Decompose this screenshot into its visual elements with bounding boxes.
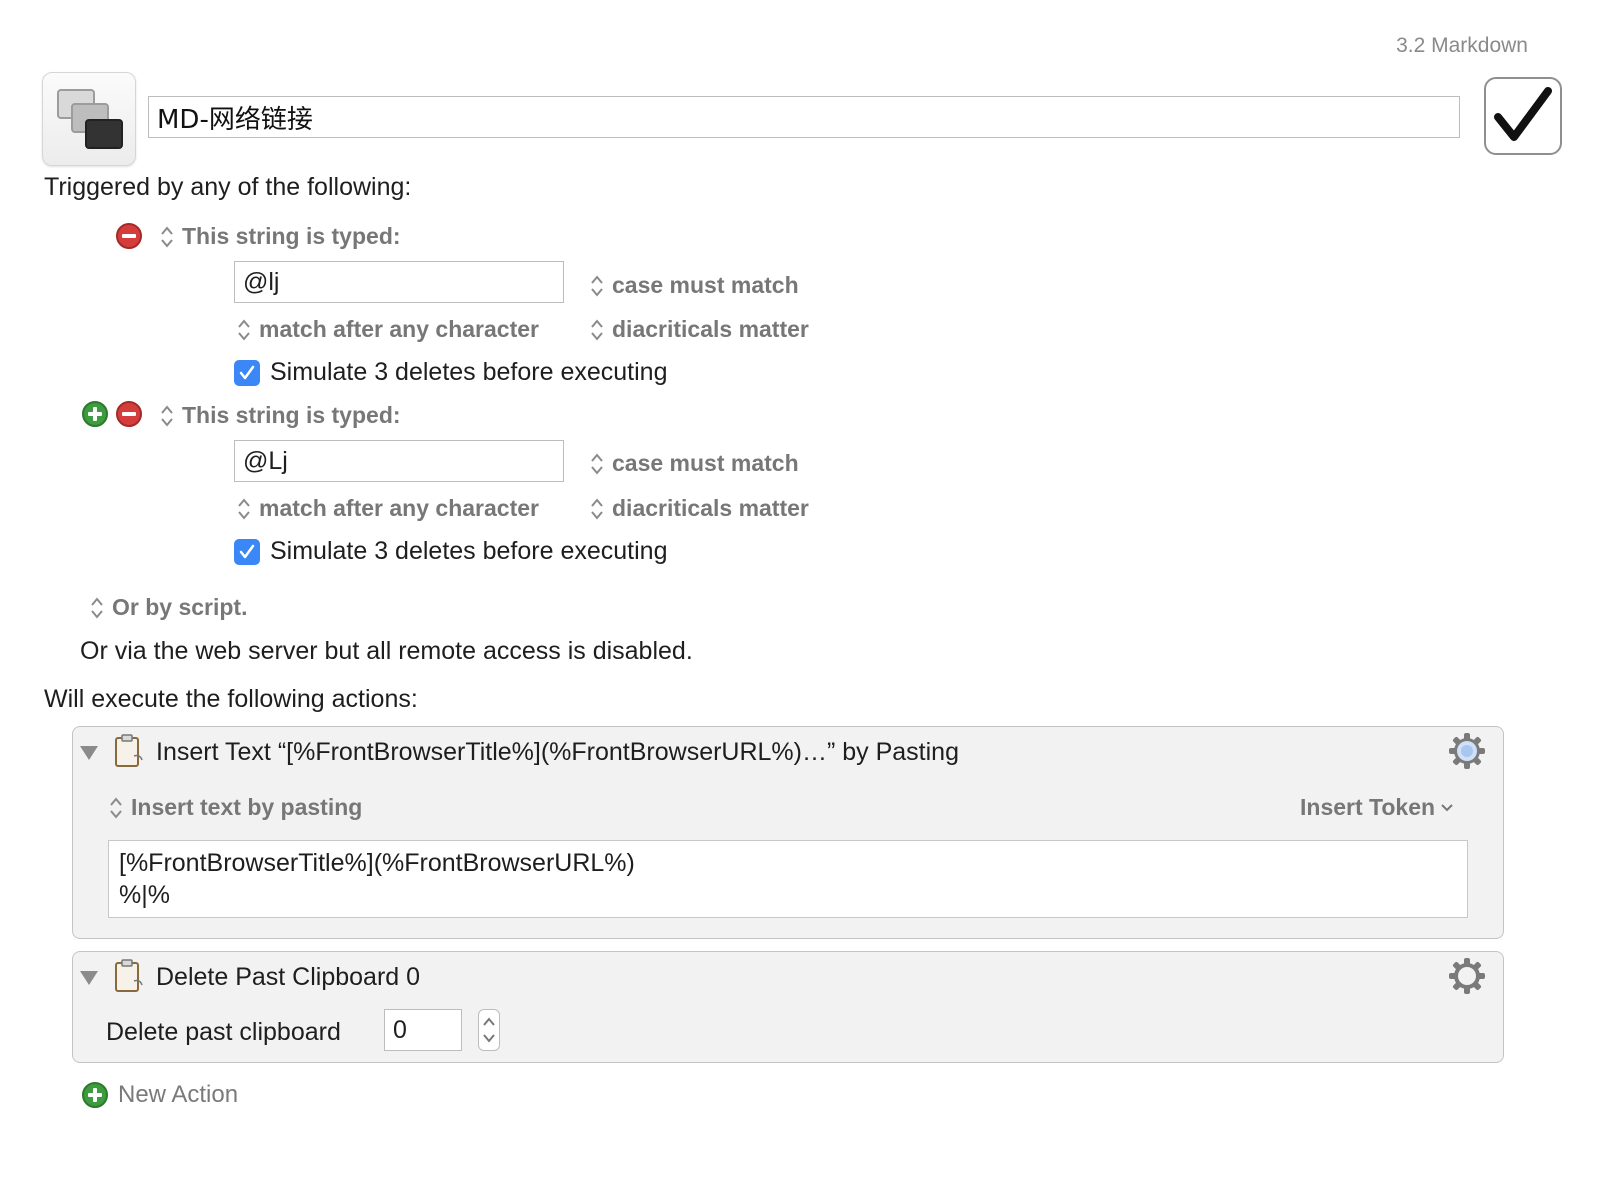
insert-text-content-area[interactable]: [%FrontBrowserTitle%](%FrontBrowserURL%)… (108, 840, 1468, 918)
insert-mode-label: Insert text by pasting (131, 794, 363, 820)
trigger-2-type-popup[interactable]: This string is typed: (160, 402, 401, 429)
trigger-2-string-field[interactable]: @Lj (234, 440, 564, 482)
new-action-button[interactable] (82, 1082, 108, 1108)
simulate-deletes-label: Simulate 3 deletes before executing (270, 537, 668, 565)
trigger-2-simulate-row: Simulate 3 deletes before executing (234, 537, 667, 566)
gear-icon[interactable] (1448, 957, 1486, 995)
trigger-2-simulate-checkbox[interactable] (234, 538, 260, 565)
trigger-1-match-popup[interactable]: match after any character (237, 316, 539, 343)
checkmark-icon (239, 365, 255, 379)
add-icon (88, 1088, 102, 1102)
delete-past-clipboard-label: Delete past clipboard (106, 1018, 341, 1046)
macro-name-field[interactable] (148, 96, 1460, 138)
updown-arrows-icon (91, 596, 103, 619)
clipboard-icon (115, 959, 143, 992)
diacritics-option-label: diacriticals matter (612, 316, 809, 342)
updown-arrows-icon (110, 796, 122, 819)
add-trigger-button[interactable] (82, 401, 108, 427)
updown-arrows-icon (161, 225, 173, 248)
trigger-1-type-popup[interactable]: This string is typed: (160, 223, 401, 250)
remove-trigger-1-button[interactable] (116, 223, 142, 249)
web-server-text: Or via the web server but all remote acc… (80, 637, 693, 665)
macro-icon[interactable] (42, 72, 136, 166)
insert-token-label: Insert Token (1300, 794, 1436, 820)
remove-trigger-2-button[interactable] (116, 401, 142, 427)
updown-arrows-icon (591, 497, 603, 520)
insert-token-menu[interactable]: Insert Token (1300, 794, 1455, 821)
trigger-1-string-field[interactable]: @lj (234, 261, 564, 303)
checkmark-icon (1494, 87, 1552, 141)
diacritics-option-label: diacriticals matter (612, 495, 809, 521)
match-option-label: match after any character (259, 316, 539, 342)
triggers-heading: Triggered by any of the following: (44, 173, 412, 201)
updown-arrows-icon (238, 497, 250, 520)
actions-heading: Will execute the following actions: (44, 685, 418, 713)
insert-mode-popup[interactable]: Insert text by pasting (109, 794, 362, 821)
trigger-1-simulate-checkbox[interactable] (234, 359, 260, 386)
disclosure-triangle-icon[interactable] (80, 746, 98, 760)
remove-icon (122, 234, 136, 238)
match-option-label: match after any character (259, 495, 539, 521)
trigger-2-diacritics-popup[interactable]: diacriticals matter (590, 495, 809, 522)
action-2-title[interactable]: Delete Past Clipboard 0 (156, 963, 420, 992)
updown-arrows-icon (238, 318, 250, 341)
macro-enable-checkbox[interactable] (1484, 77, 1562, 155)
trigger-1-diacritics-popup[interactable]: diacriticals matter (590, 316, 809, 343)
updown-arrows-icon (161, 404, 173, 427)
clipboard-index-field[interactable]: 0 (384, 1009, 462, 1051)
case-option-label: case must match (612, 272, 799, 298)
gear-icon[interactable] (1448, 732, 1486, 770)
trigger-1-simulate-row: Simulate 3 deletes before executing (234, 358, 667, 387)
clipboard-icon (115, 734, 143, 767)
remove-icon (122, 412, 136, 416)
trigger-type-label: This string is typed: (182, 402, 401, 428)
checkmark-icon (239, 544, 255, 558)
case-option-label: case must match (612, 450, 799, 476)
updown-arrows-icon (591, 318, 603, 341)
updown-arrows-icon (591, 274, 603, 297)
action-1-title[interactable]: Insert Text “[%FrontBrowserTitle%](%Fron… (156, 738, 959, 767)
updown-arrows-icon (483, 1017, 495, 1043)
simulate-deletes-label: Simulate 3 deletes before executing (270, 358, 668, 386)
chevron-down-icon (1441, 803, 1453, 811)
trigger-2-case-popup[interactable]: case must match (590, 450, 799, 477)
script-trigger-label: Or by script. (112, 594, 248, 620)
clipboard-index-stepper[interactable] (478, 1009, 500, 1051)
macro-group-label: 3.2 Markdown (1396, 34, 1528, 57)
updown-arrows-icon (591, 452, 603, 475)
trigger-2-match-popup[interactable]: match after any character (237, 495, 539, 522)
trigger-1-case-popup[interactable]: case must match (590, 272, 799, 299)
disclosure-triangle-icon[interactable] (80, 971, 98, 985)
trigger-type-label: This string is typed: (182, 223, 401, 249)
script-trigger-popup[interactable]: Or by script. (90, 594, 247, 621)
new-action-label[interactable]: New Action (118, 1081, 238, 1109)
add-icon (88, 407, 102, 421)
